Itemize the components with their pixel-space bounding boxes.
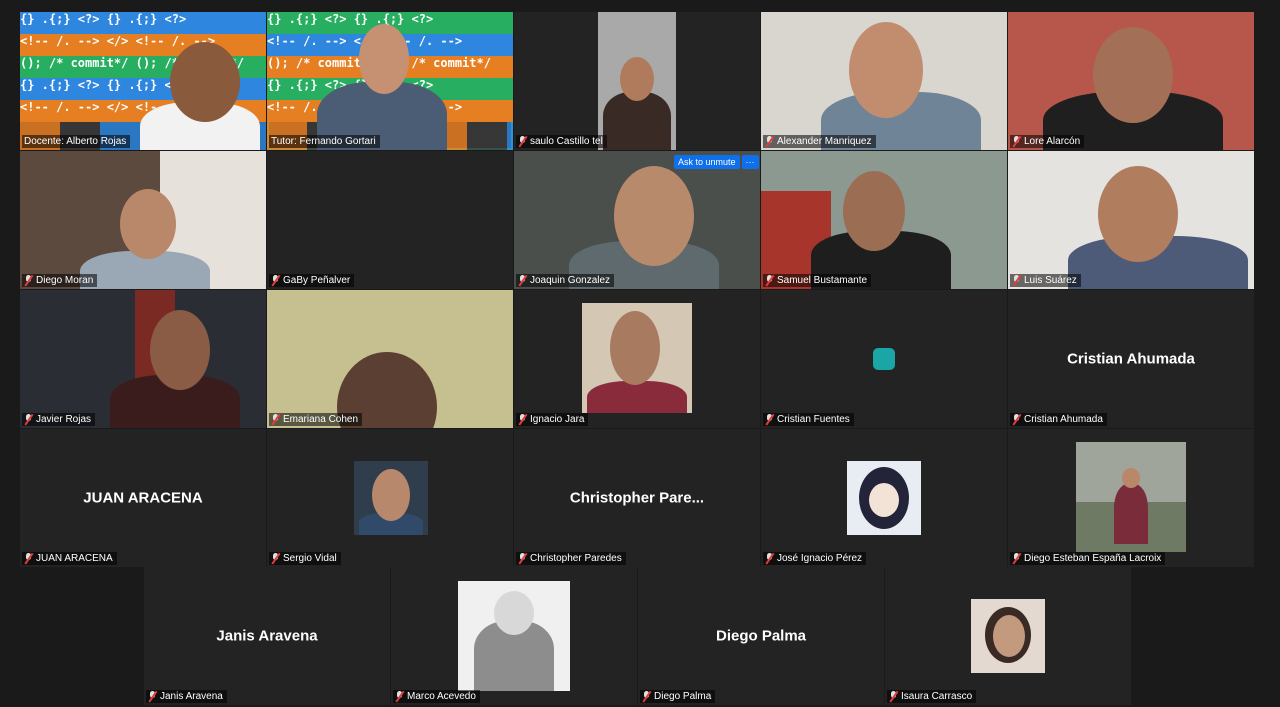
video-tile-christopher[interactable]: Christopher Pare... Christopher Paredes	[514, 429, 760, 567]
profile-picture	[971, 599, 1045, 673]
video-feed	[267, 290, 513, 428]
video-tile-cristian-ahumada[interactable]: Cristian Ahumada Cristian Ahumada	[1008, 290, 1254, 428]
participant-name: Alexander Manriquez	[763, 135, 876, 148]
mic-muted-icon	[642, 691, 651, 702]
mic-muted-icon	[271, 414, 280, 425]
mic-muted-icon	[24, 414, 33, 425]
video-tile-cristian-fuentes[interactable]: Cristian Fuentes	[761, 290, 1007, 428]
mic-muted-icon	[148, 691, 157, 702]
participant-name: Sergio Vidal	[269, 552, 341, 565]
more-options-button[interactable]: ···	[741, 155, 759, 169]
participant-name: saulo Castillo tel	[516, 135, 607, 148]
participant-name: Marco Acevedo	[393, 690, 480, 703]
mic-muted-icon	[1012, 414, 1021, 425]
video-feed	[20, 151, 266, 289]
participant-name: Diego Moran	[22, 274, 98, 287]
code-row: {} .{;} <?> {} .{;} <?>	[20, 12, 266, 34]
participant-name: Ignacio Jara	[516, 413, 589, 426]
video-feed	[514, 151, 760, 289]
ask-to-unmute-button[interactable]: Ask to unmute	[674, 155, 740, 169]
video-tile-fernando[interactable]: {} .{;} <?> {} .{;} <?> <!-- /. --> </> …	[267, 12, 513, 150]
video-tile-lore[interactable]: Lore Alarcón	[1008, 12, 1254, 150]
mic-muted-icon	[889, 691, 898, 702]
mic-muted-icon	[518, 414, 527, 425]
participant-name: Diego Palma	[640, 690, 716, 703]
participant-name: Tutor: Fernando Gortari	[269, 135, 380, 148]
mic-muted-icon	[24, 275, 33, 286]
participant-display-name: Cristian Ahumada	[1067, 350, 1195, 368]
profile-picture	[458, 581, 570, 691]
mic-muted-icon	[271, 553, 280, 564]
participant-name: Samuel Bustamante	[763, 274, 872, 287]
mic-muted-icon	[765, 275, 774, 286]
participant-name: Javier Rojas	[22, 413, 96, 426]
video-tile-marco[interactable]: Marco Acevedo	[391, 567, 637, 705]
mic-muted-icon	[1012, 136, 1021, 147]
mic-muted-icon	[765, 136, 774, 147]
video-tile-emariana[interactable]: Emariana Cohen	[267, 290, 513, 428]
video-tile-janis[interactable]: Janis Aravena Janis Aravena	[144, 567, 390, 705]
video-feed: {} .{;} <?> {} .{;} <?> <!-- /. --> </> …	[267, 12, 513, 150]
profile-picture	[847, 461, 921, 535]
video-tile-diego-moran[interactable]: Diego Moran	[20, 151, 266, 289]
participant-name: Luis Suárez	[1010, 274, 1081, 287]
mic-muted-icon	[1012, 275, 1021, 286]
profile-picture	[873, 348, 895, 370]
participant-display-name: Diego Palma	[715, 627, 807, 645]
video-tile-luis[interactable]: Luis Suárez	[1008, 151, 1254, 289]
participant-name: Docente: Alberto Rojas	[22, 135, 131, 148]
video-tile-joaquin[interactable]: Joaquin Gonzalez	[514, 151, 760, 289]
participant-name: Christopher Paredes	[516, 552, 626, 565]
video-tile-gaby[interactable]: GaBy Peñalver	[267, 151, 513, 289]
profile-picture	[354, 461, 428, 535]
video-tile-samuel[interactable]: Samuel Bustamante	[761, 151, 1007, 289]
mic-muted-icon	[271, 275, 280, 286]
video-feed	[1008, 12, 1254, 150]
participant-name: JUAN ARACENA	[22, 552, 117, 565]
video-tile-ignacio[interactable]: Ignacio Jara	[514, 290, 760, 428]
unmute-controls: Ask to unmute ···	[674, 155, 759, 169]
participant-display-name: Christopher Pare...	[569, 489, 705, 507]
video-feed: {} .{;} <?> {} .{;} <?> <!-- /. --> </> …	[20, 12, 266, 150]
video-tile-juan[interactable]: JUAN ARACENA JUAN ARACENA	[20, 429, 266, 567]
video-feed	[761, 12, 1007, 150]
participant-name: Cristian Ahumada	[1010, 413, 1107, 426]
mic-muted-icon	[765, 414, 774, 425]
video-feed	[761, 151, 1007, 289]
profile-picture	[582, 303, 692, 413]
video-tile-sergio[interactable]: Sergio Vidal	[267, 429, 513, 567]
mic-muted-icon	[518, 275, 527, 286]
participant-name: Isaura Carrasco	[887, 690, 977, 703]
mic-muted-icon	[518, 553, 527, 564]
video-tile-diego-palma[interactable]: Diego Palma Diego Palma	[638, 567, 884, 705]
participant-name: Diego Esteban España Lacroix	[1010, 552, 1166, 565]
mic-muted-icon	[765, 553, 774, 564]
video-tile-isaura[interactable]: Isaura Carrasco	[885, 567, 1131, 705]
mic-muted-icon	[395, 691, 404, 702]
participant-display-name: JUAN ARACENA	[83, 489, 203, 507]
participant-name: Janis Aravena	[146, 690, 227, 703]
video-tile-diego-esteban[interactable]: Diego Esteban España Lacroix	[1008, 429, 1254, 567]
video-tile-alexander[interactable]: Alexander Manriquez	[761, 12, 1007, 150]
participant-video-thumbnail	[598, 12, 676, 150]
participant-display-name: Janis Aravena	[216, 627, 318, 645]
video-feed	[20, 290, 266, 428]
participant-name: Joaquin Gonzalez	[516, 274, 615, 287]
mic-muted-icon	[24, 553, 33, 564]
participant-name: Cristian Fuentes	[763, 413, 854, 426]
profile-picture	[1076, 442, 1186, 552]
video-tile-jose[interactable]: José Ignacio Pérez	[761, 429, 1007, 567]
participant-name: Lore Alarcón	[1010, 135, 1085, 148]
mic-muted-icon	[518, 136, 527, 147]
mic-muted-icon	[1012, 553, 1021, 564]
participant-name: José Ignacio Pérez	[763, 552, 867, 565]
participant-name: GaBy Peñalver	[269, 274, 355, 287]
video-tile-alberto[interactable]: {} .{;} <?> {} .{;} <?> <!-- /. --> </> …	[20, 12, 266, 150]
video-feed	[1008, 151, 1254, 289]
participant-name: Emariana Cohen	[269, 413, 363, 426]
video-tile-saulo[interactable]: saulo Castillo tel	[514, 12, 760, 150]
video-tile-javier[interactable]: Javier Rojas	[20, 290, 266, 428]
